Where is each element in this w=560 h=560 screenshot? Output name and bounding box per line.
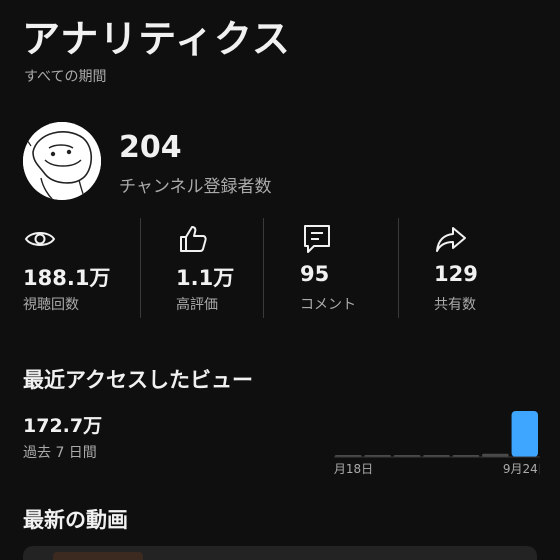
- period-selector[interactable]: すべての期間: [24, 66, 106, 86]
- stat-likes-label: 高評価: [176, 297, 218, 313]
- stat-shares[interactable]: 129 共有数: [434, 218, 524, 318]
- share-icon: [436, 227, 466, 252]
- recent-views-period: 過去 7 日間: [23, 445, 97, 461]
- latest-video-card[interactable]: [23, 546, 537, 560]
- stat-views-label: 視聴回数: [23, 297, 79, 313]
- chart-tick-label: 9月24日: [503, 462, 540, 476]
- comment-icon: [304, 225, 330, 253]
- stat-comments[interactable]: 95 コメント: [300, 218, 390, 318]
- recent-views-value: 172.7万: [23, 415, 103, 437]
- stat-likes[interactable]: 1.1万 高評価: [176, 218, 256, 318]
- video-thumbnail[interactable]: [53, 552, 143, 560]
- subscribers-label: チャンネル登録者数: [119, 177, 272, 197]
- recent-views-chart[interactable]: 9月18日 9月24日: [334, 400, 540, 480]
- eye-icon: [24, 232, 56, 246]
- stat-likes-value: 1.1万: [176, 266, 235, 290]
- stat-views[interactable]: 188.1万 視聴回数: [23, 218, 133, 318]
- chart-tick-label: 9月18日: [334, 462, 373, 476]
- subscribers-count: 204: [119, 130, 182, 165]
- thumbs-up-icon: [180, 226, 207, 252]
- chart-bar-9月24日: [511, 411, 538, 457]
- stat-comments-value: 95: [300, 262, 330, 286]
- stat-shares-label: 共有数: [434, 297, 476, 313]
- stat-comments-label: コメント: [300, 297, 356, 313]
- recent-views-title[interactable]: 最近アクセスしたビュー: [23, 364, 253, 394]
- channel-avatar[interactable]: [23, 122, 101, 200]
- stat-shares-value: 129: [434, 262, 478, 286]
- stat-divider: [263, 218, 264, 318]
- stat-views-value: 188.1万: [23, 266, 111, 290]
- stat-divider: [140, 218, 141, 318]
- stat-divider: [398, 218, 399, 318]
- avatar-drawing: [23, 122, 101, 200]
- page-title: アナリティクス: [22, 17, 291, 61]
- latest-videos-title[interactable]: 最新の動画: [23, 504, 128, 534]
